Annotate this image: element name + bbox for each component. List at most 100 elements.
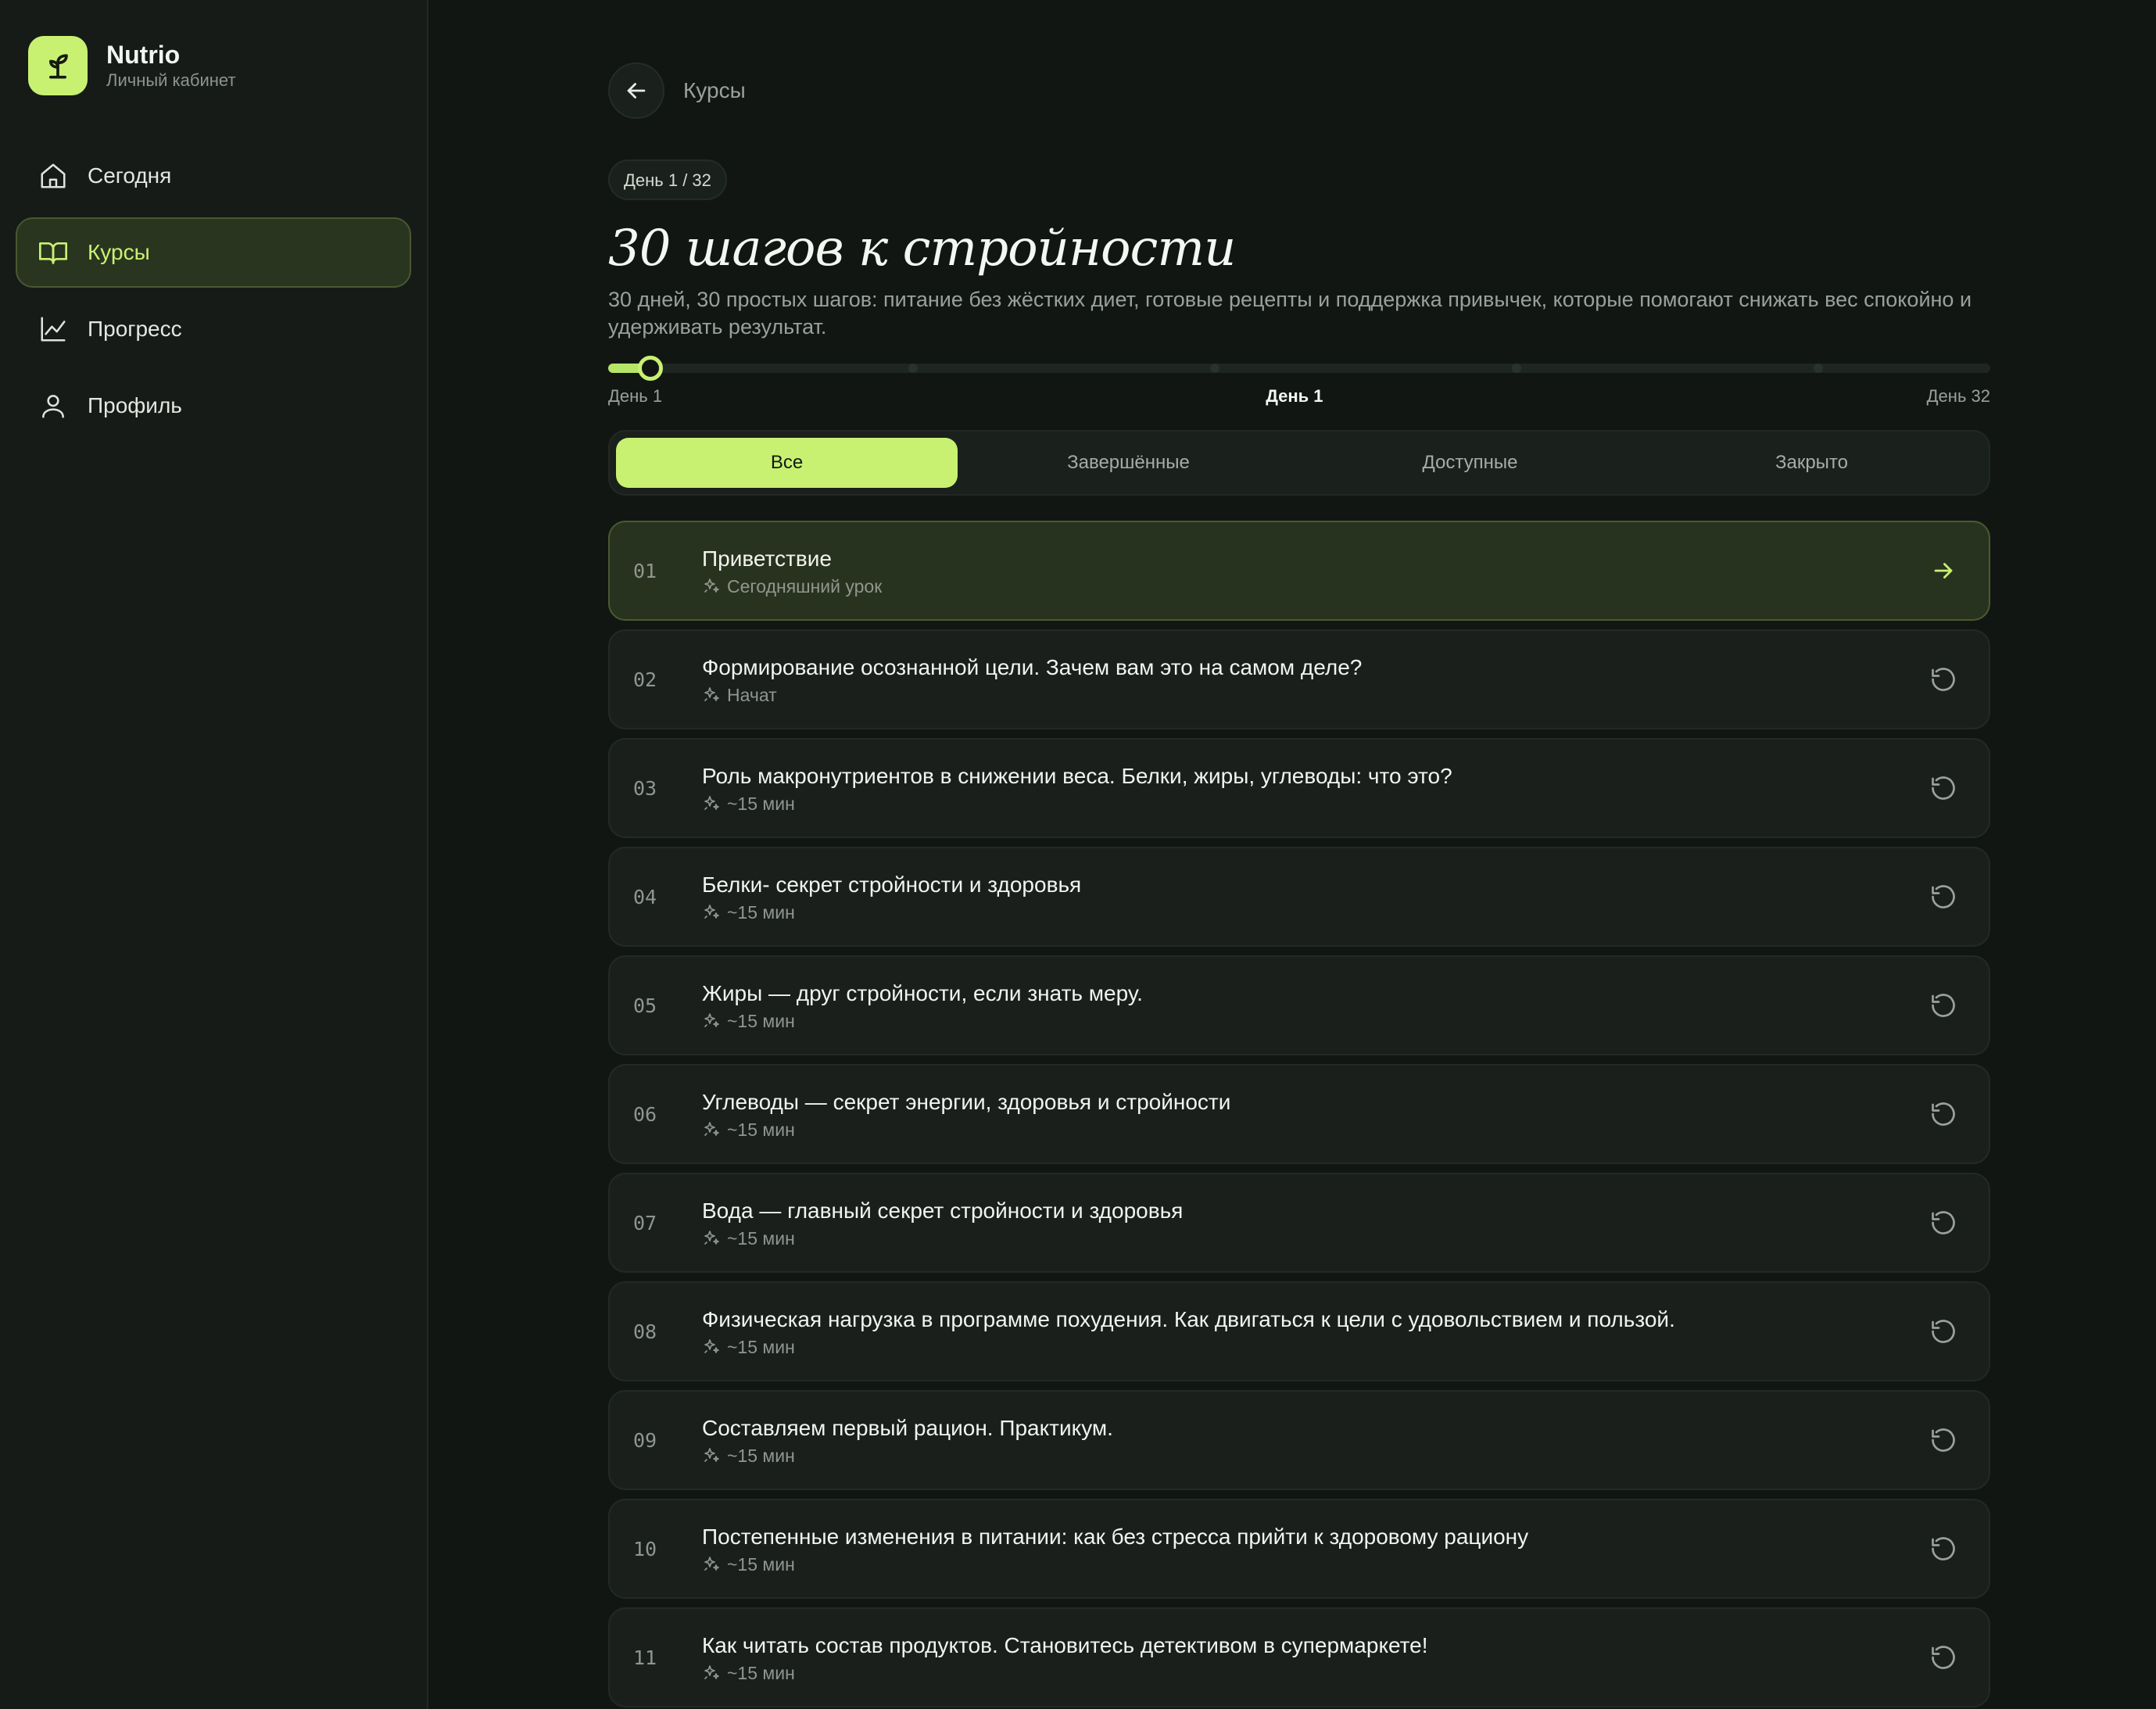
sidebar-item-label: Профиль <box>88 393 182 417</box>
progress-tick <box>1210 364 1219 373</box>
sparkle-icon <box>702 794 722 814</box>
lesson-body: Приветствие Сегодняшний урок <box>702 545 1921 597</box>
replay-icon[interactable] <box>1921 875 1965 919</box>
sidebar-item-courses[interactable]: Курсы <box>16 217 411 288</box>
lesson-row[interactable]: 11 Как читать состав продуктов. Становите… <box>608 1607 1990 1707</box>
breadcrumb[interactable]: Курсы <box>683 78 746 103</box>
tab-available[interactable]: Доступные <box>1299 438 1641 488</box>
lesson-row[interactable]: 05 Жиры — друг стройности, если знать мер… <box>608 955 1990 1055</box>
lesson-meta-text: ~15 мин <box>727 793 795 814</box>
sparkle-icon <box>702 576 722 597</box>
lesson-list: 01 Приветствие Сегодняшний урок 02 Формирова… <box>608 521 1990 1707</box>
replay-icon[interactable] <box>1921 1527 1965 1571</box>
brand-name: Nutrio <box>106 41 181 69</box>
sparkle-icon <box>702 902 722 923</box>
lesson-body: Жиры — друг стройности, если знать меру.… <box>702 980 1921 1032</box>
lesson-row[interactable]: 07 Вода — главный секрет стройности и здо… <box>608 1173 1990 1273</box>
lesson-meta: Начат <box>702 685 1921 706</box>
arrow-left-icon <box>627 83 646 99</box>
lesson-meta: ~15 мин <box>702 794 1921 815</box>
replay-icon[interactable] <box>1921 1636 1965 1679</box>
lesson-row[interactable]: 02 Формирование осознанной цели. Зачем ва… <box>608 629 1990 729</box>
lesson-body: Постепенные изменения в питании: как без… <box>702 1523 1921 1575</box>
lesson-body: Углеводы — секрет энергии, здоровья и ст… <box>702 1088 1921 1141</box>
lesson-filter-tabs: Все Завершённые Доступные Закрыто <box>608 430 1990 496</box>
lesson-body: Вода — главный секрет стройности и здоро… <box>702 1197 1921 1249</box>
lesson-title: Приветствие <box>702 546 832 571</box>
progress-knob[interactable] <box>638 356 663 381</box>
lesson-row[interactable]: 08 Физическая нагрузка в программе похуде… <box>608 1281 1990 1381</box>
user-icon <box>38 390 69 421</box>
replay-icon[interactable] <box>1921 1201 1965 1245</box>
replay-icon[interactable] <box>1921 1092 1965 1136</box>
sidebar-nav: Сегодня Курсы Прогресс Профиль <box>16 141 411 441</box>
lesson-number: 05 <box>633 994 657 1017</box>
brand[interactable]: Nutrio Личный кабинет <box>16 36 411 95</box>
sidebar-item-today[interactable]: Сегодня <box>16 141 411 211</box>
lesson-meta-text: ~15 мин <box>727 1662 795 1683</box>
replay-icon[interactable] <box>1921 1418 1965 1462</box>
arrow-right-icon[interactable] <box>1921 549 1965 593</box>
lesson-meta: Сегодняшний урок <box>702 576 1921 597</box>
app-root: Nutrio Личный кабинет Сегодня Курсы Прог… <box>0 0 2156 1709</box>
sparkle-icon <box>702 1337 722 1357</box>
back-button[interactable] <box>608 63 664 119</box>
lesson-title: Белки- секрет стройности и здоровья <box>702 872 1082 897</box>
lesson-meta-text: ~15 мин <box>727 1010 795 1031</box>
lesson-body: Белки- секрет стройности и здоровья ~15 м… <box>702 871 1921 923</box>
tab-all[interactable]: Все <box>616 438 958 488</box>
page-title: 30 шагов к стройности <box>608 220 1236 278</box>
lesson-row[interactable]: 04 Белки- секрет стройности и здоровья ~15… <box>608 847 1990 947</box>
lesson-title: Как читать состав продуктов. Становитесь… <box>702 1632 1428 1657</box>
sparkle-icon <box>702 1011 722 1031</box>
lesson-number: 01 <box>633 559 657 582</box>
lesson-number: 11 <box>633 1646 657 1669</box>
sparkle-icon <box>702 685 722 705</box>
sparkle-icon <box>702 1554 722 1575</box>
lesson-number: 06 <box>633 1102 657 1126</box>
lesson-meta: ~15 мин <box>702 1337 1921 1358</box>
lesson-body: Формирование осознанной цели. Зачем вам … <box>702 654 1921 706</box>
lesson-meta-text: ~15 мин <box>727 1119 795 1140</box>
lesson-title: Жиры — друг стройности, если знать меру. <box>702 980 1143 1005</box>
home-icon <box>38 160 69 192</box>
lesson-meta: ~15 мин <box>702 1663 1921 1684</box>
lesson-meta: ~15 мин <box>702 902 1921 923</box>
lesson-meta: ~15 мин <box>702 1011 1921 1032</box>
sparkle-icon <box>702 1446 722 1466</box>
chart-line-icon <box>38 313 69 345</box>
replay-icon[interactable] <box>1921 983 1965 1027</box>
lesson-meta-text: Сегодняшний урок <box>727 575 883 597</box>
replay-icon[interactable] <box>1921 1310 1965 1353</box>
sidebar-item-label: Прогресс <box>88 317 182 341</box>
tab-completed[interactable]: Завершённые <box>958 438 1299 488</box>
course-progress-slider[interactable] <box>608 356 1990 381</box>
sidebar-item-progress[interactable]: Прогресс <box>16 294 411 364</box>
sidebar-item-label: Курсы <box>88 240 150 264</box>
lesson-number: 08 <box>633 1320 657 1343</box>
lesson-row[interactable]: 01 Приветствие Сегодняшний урок <box>608 521 1990 621</box>
replay-icon[interactable] <box>1921 766 1965 810</box>
lesson-meta-text: ~15 мин <box>727 1336 795 1357</box>
progress-label-end: День 32 <box>1926 386 1990 406</box>
sparkle-icon <box>702 1120 722 1140</box>
lesson-row[interactable]: 10 Постепенные изменения в питании: как б… <box>608 1499 1990 1599</box>
lesson-meta-text: ~15 мин <box>727 1445 795 1466</box>
lesson-number: 02 <box>633 668 657 691</box>
tab-locked[interactable]: Закрыто <box>1641 438 1982 488</box>
lesson-meta-text: ~15 мин <box>727 1553 795 1575</box>
lesson-number: 03 <box>633 776 657 800</box>
lesson-row[interactable]: 06 Углеводы — секрет энергии, здоровья и … <box>608 1064 1990 1164</box>
lesson-number: 07 <box>633 1211 657 1234</box>
progress-label-start: День 1 <box>608 386 663 406</box>
lesson-title: Физическая нагрузка в программе похудени… <box>702 1306 1675 1331</box>
sidebar-item-profile[interactable]: Профиль <box>16 371 411 441</box>
lesson-title: Постепенные изменения в питании: как без… <box>702 1524 1529 1549</box>
replay-icon[interactable] <box>1921 657 1965 701</box>
brand-subtitle: Личный кабинет <box>106 70 236 90</box>
lesson-row[interactable]: 03 Роль макронутриентов в снижении веса. … <box>608 738 1990 838</box>
lesson-meta: ~15 мин <box>702 1554 1921 1575</box>
lesson-row[interactable]: 09 Составляем первый рацион. Практикум. ~1… <box>608 1390 1990 1490</box>
lesson-meta: ~15 мин <box>702 1120 1921 1141</box>
sidebar-item-label: Сегодня <box>88 163 172 188</box>
